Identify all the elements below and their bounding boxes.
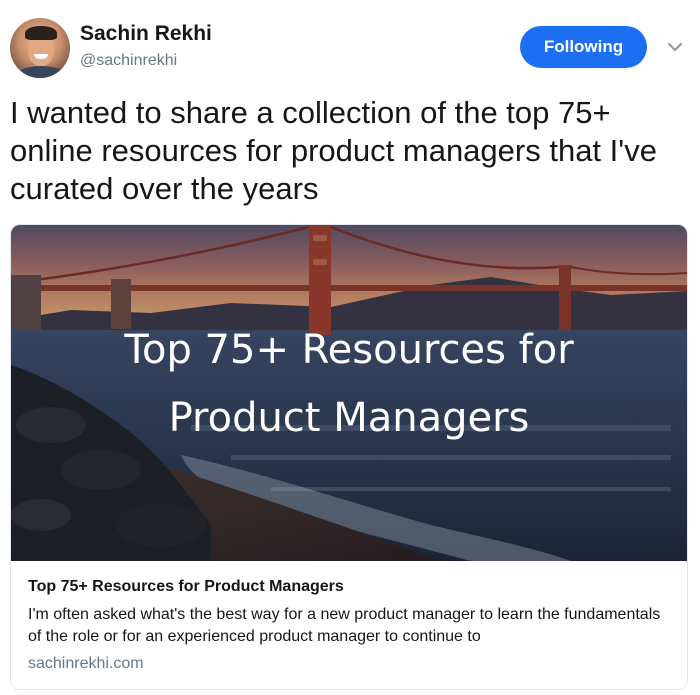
avatar-shirt [16, 66, 66, 78]
card-domain[interactable]: sachinrekhi.com [28, 655, 144, 673]
link-card[interactable]: Top 75+ Resources for Product Managers T… [10, 224, 688, 690]
card-image-headline-line1: Top 75+ Resources for [123, 327, 574, 373]
author-handle[interactable]: @sachinrekhi [80, 52, 177, 70]
tweet: Sachin Rekhi @sachinrekhi Following I wa… [0, 0, 700, 695]
avatar[interactable] [10, 18, 70, 78]
author-display-name[interactable]: Sachin Rekhi [80, 22, 212, 46]
card-description: I'm often asked what's the best way for … [28, 606, 661, 645]
following-button[interactable]: Following [520, 26, 647, 68]
chevron-down-icon[interactable] [666, 38, 684, 56]
card-image[interactable]: Top 75+ Resources for Product Managers [11, 225, 687, 561]
card-title[interactable]: Top 75+ Resources for Product Managers [28, 578, 344, 596]
tweet-text: I wanted to share a collection of the to… [10, 95, 657, 206]
card-image-headline-line2: Product Managers [169, 395, 530, 441]
avatar-hair [25, 26, 57, 40]
